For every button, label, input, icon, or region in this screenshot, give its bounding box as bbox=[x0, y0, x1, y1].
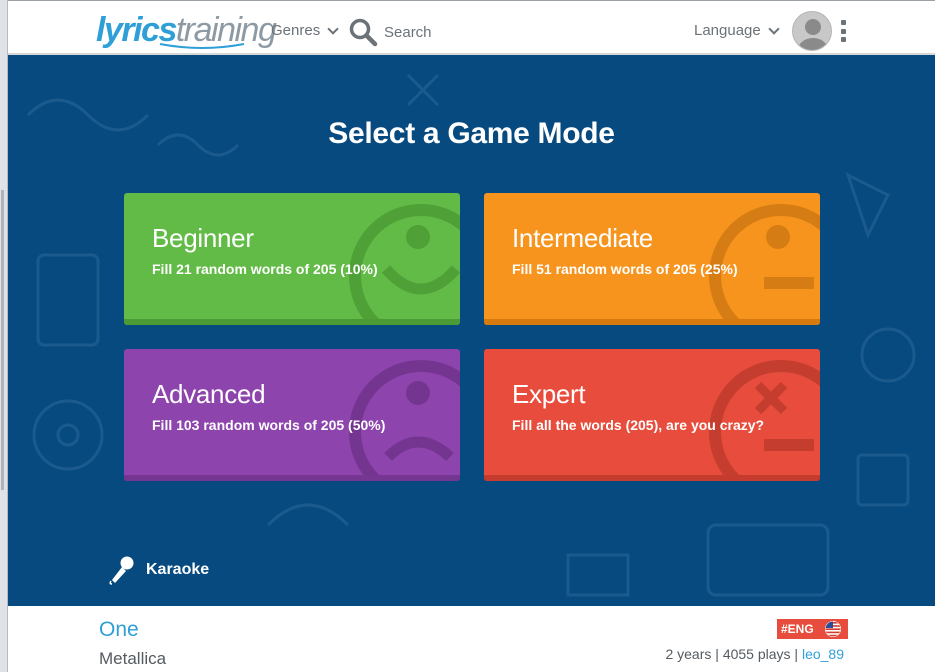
song-age: 2 years bbox=[665, 646, 712, 662]
artist-link[interactable]: Metallica bbox=[99, 649, 166, 669]
kebab-dot bbox=[841, 37, 846, 42]
mode-description: Fill 51 random words of 205 (25%) bbox=[512, 261, 738, 277]
card-bottom-shade bbox=[484, 475, 820, 481]
card-bottom-shade bbox=[124, 475, 460, 481]
language-badge[interactable]: #ENG bbox=[777, 619, 848, 639]
card-bottom-shade bbox=[484, 319, 820, 325]
karaoke-label: Karaoke bbox=[146, 561, 210, 578]
mode-card-advanced[interactable]: Advanced Fill 103 random words of 205 (5… bbox=[124, 349, 460, 481]
language-tag: #ENG bbox=[777, 619, 818, 639]
song-title-link[interactable]: One bbox=[99, 618, 139, 642]
search-icon bbox=[349, 18, 378, 47]
separator: | bbox=[711, 646, 723, 662]
mode-name: Expert bbox=[512, 379, 586, 409]
search-button[interactable]: Search bbox=[348, 17, 432, 47]
mode-name: Beginner bbox=[152, 223, 254, 253]
page-title: Select a Game Mode bbox=[328, 117, 615, 150]
mode-card-beginner[interactable]: Beginner Fill 21 random words of 205 (10… bbox=[124, 193, 460, 325]
more-vert-icon[interactable] bbox=[841, 20, 847, 42]
scroll-strip bbox=[1, 190, 4, 490]
microphone-icon bbox=[109, 556, 134, 585]
language-label: Language bbox=[694, 22, 761, 39]
genres-label: Genres bbox=[271, 22, 321, 39]
song-stats: 2 years | 4055 plays | leo_89 bbox=[665, 646, 844, 662]
kebab-dot bbox=[841, 28, 846, 34]
karaoke-button[interactable]: Karaoke bbox=[108, 555, 209, 585]
card-bottom-shade bbox=[124, 319, 460, 325]
chevron-down-icon bbox=[768, 22, 780, 35]
chevron-down-icon bbox=[327, 22, 339, 35]
browser-top-edge bbox=[0, 0, 935, 8]
top-navbar: lyricstraining Genres Search Language bbox=[8, 8, 935, 54]
mode-description: Fill 103 random words of 205 (50%) bbox=[152, 417, 386, 433]
user-avatar[interactable] bbox=[792, 11, 832, 51]
song-info-bar: One Metallica #ENG 2 years | 4055 plays … bbox=[8, 606, 935, 672]
game-mode-panel: Select a Game Mode Beginner Fill 21 rand… bbox=[8, 55, 935, 606]
avatar-icon bbox=[798, 19, 828, 50]
logo-swoosh-icon bbox=[159, 43, 245, 49]
us-flag-icon bbox=[817, 619, 848, 639]
language-menu[interactable]: Language bbox=[694, 22, 780, 39]
uploader-link[interactable]: leo_89 bbox=[802, 646, 844, 662]
mode-card-expert[interactable]: Expert Fill all the words (205), are you… bbox=[484, 349, 820, 481]
genres-menu[interactable]: Genres bbox=[271, 22, 339, 39]
mode-card-intermediate[interactable]: Intermediate Fill 51 random words of 205… bbox=[484, 193, 820, 325]
search-label: Search bbox=[384, 23, 432, 41]
kebab-dot bbox=[841, 20, 846, 25]
mode-name: Intermediate bbox=[512, 223, 653, 253]
mode-description: Fill 21 random words of 205 (10%) bbox=[152, 261, 378, 277]
mode-description: Fill all the words (205), are you crazy? bbox=[512, 417, 765, 433]
play-count: 4055 plays bbox=[722, 646, 791, 662]
mode-name: Advanced bbox=[152, 379, 266, 409]
browser-left-edge bbox=[0, 0, 8, 672]
separator: | bbox=[790, 646, 802, 662]
